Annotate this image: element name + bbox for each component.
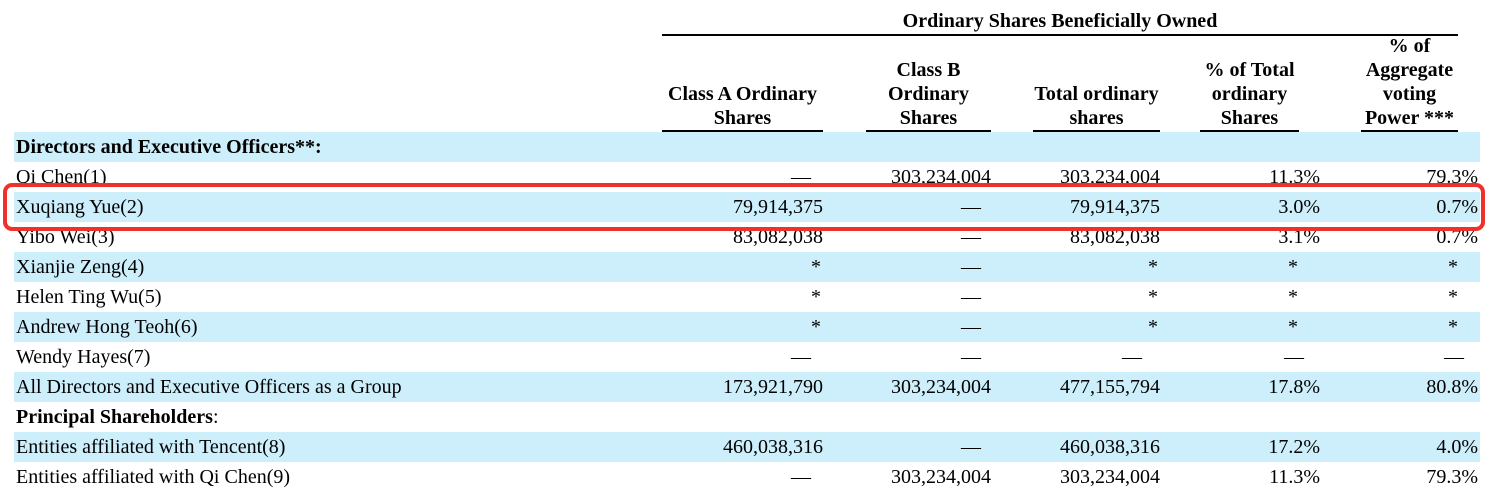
cell-col-5: *: [1448, 256, 1458, 278]
row-label: Entities affiliated with Qi Chen(9): [16, 466, 291, 488]
col-header-pct-voting: % of Aggregate voting Power ***: [1361, 34, 1458, 132]
cell-col-2: —: [961, 256, 981, 278]
cell-col-1: *: [811, 256, 821, 278]
cell-col-3: —: [1122, 346, 1142, 368]
section-row: Principal Shareholders:: [14, 402, 1480, 432]
row-label: Helen Ting Wu(5): [16, 286, 162, 308]
cell-col-1: —: [791, 466, 811, 488]
cell-col-1: *: [811, 286, 821, 308]
cell-col-2: —: [961, 286, 981, 308]
cell-col-5: *: [1448, 286, 1458, 308]
row-label: Andrew Hong Teoh(6): [16, 316, 198, 338]
cell-col-2: —: [961, 436, 981, 458]
cell-col-5: *: [1448, 316, 1458, 338]
col-header-pct-total: % of Total ordinary Shares: [1200, 58, 1299, 132]
table-row: Helen Ting Wu(5) * — * * *: [14, 282, 1480, 312]
cell-col-4: —: [1284, 346, 1304, 368]
cell-col-4: 17.8%: [1268, 376, 1320, 398]
row-label: All Directors and Executive Officers as …: [16, 376, 402, 398]
highlight-box: [3, 183, 1485, 231]
cell-col-4: *: [1288, 286, 1298, 308]
table-row: Entities affiliated with Qi Chen(9) — 303,…: [14, 462, 1480, 492]
cell-col-4: 17.2%: [1268, 436, 1320, 458]
row-label: Xianjie Zeng(4): [16, 256, 145, 278]
table-row: All Directors and Executive Officers as …: [14, 372, 1480, 402]
col-header-class-b: Class B Ordinary Shares: [866, 58, 991, 132]
cell-col-3: *: [1148, 256, 1158, 278]
row-label: Principal Shareholders: [16, 406, 213, 428]
cell-col-1: —: [791, 346, 811, 368]
cell-col-5: 79.3%: [1426, 466, 1478, 488]
cell-col-3: *: [1148, 286, 1158, 308]
cell-col-1: 460,038,316: [723, 436, 823, 458]
cell-col-2: —: [961, 316, 981, 338]
cell-col-5: 4.0%: [1436, 436, 1478, 458]
col-header-class-a: Class A Ordinary Shares: [662, 82, 823, 132]
row-label: Entities affiliated with Tencent(8): [16, 436, 286, 458]
cell-col-2: —: [961, 346, 981, 368]
table-row: Andrew Hong Teoh(6) * — * * *: [14, 312, 1480, 342]
group-header: Ordinary Shares Beneficially Owned: [662, 8, 1458, 36]
cell-col-3: *: [1148, 316, 1158, 338]
cell-col-1: *: [811, 316, 821, 338]
table-row: Wendy Hayes(7) — — — — —: [14, 342, 1480, 372]
table-row: Entities affiliated with Tencent(8) 460,0…: [14, 432, 1480, 462]
cell-col-2: 303,234,004: [891, 376, 991, 398]
section-row: Directors and Executive Officers**:: [14, 132, 1480, 162]
cell-col-2: 303,234,004: [891, 466, 991, 488]
row-label: Wendy Hayes(7): [16, 346, 151, 368]
cell-col-5: —: [1444, 346, 1464, 368]
cell-col-5: 80.8%: [1426, 376, 1478, 398]
cell-col-1: 173,921,790: [723, 376, 823, 398]
table-row: Xianjie Zeng(4) * — * * *: [14, 252, 1480, 282]
cell-col-4: *: [1288, 256, 1298, 278]
col-header-total: Total ordinary shares: [1033, 82, 1160, 132]
cell-col-4: *: [1288, 316, 1298, 338]
cell-col-3: 477,155,794: [1060, 376, 1160, 398]
row-label-suffix: :: [213, 406, 219, 428]
cell-col-3: 303,234,004: [1060, 466, 1160, 488]
cell-col-3: 460,038,316: [1060, 436, 1160, 458]
cell-col-4: 11.3%: [1269, 466, 1320, 488]
row-label: Directors and Executive Officers**:: [16, 136, 322, 158]
